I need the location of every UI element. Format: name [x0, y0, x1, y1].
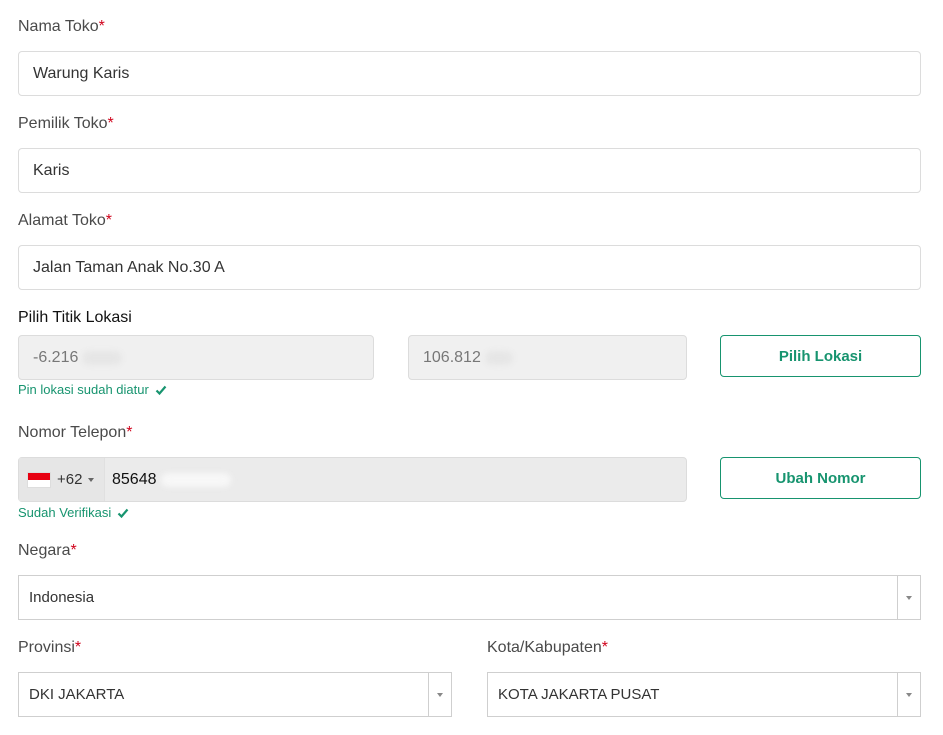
longitude-value: 106.812: [423, 348, 481, 366]
required-mark: *: [105, 212, 112, 229]
owner-label: Pemilik Toko*: [18, 115, 114, 133]
store-name-label: Nama Toko*: [18, 18, 105, 36]
required-mark: *: [74, 639, 82, 656]
redacted-blur: [82, 350, 123, 365]
redacted-blur: [160, 472, 231, 487]
required-mark: *: [70, 542, 77, 559]
dropdown-toggle[interactable]: [897, 576, 920, 619]
country-value: Indonesia: [29, 589, 95, 606]
address-label-text: Alamat Toko: [18, 212, 106, 229]
address-value: Jalan Taman Anak No.30 A: [33, 258, 225, 276]
phone-number-value: 85648: [112, 470, 157, 488]
required-mark: *: [107, 115, 114, 132]
change-number-button-label: Ubah Nomor: [775, 469, 866, 487]
phone-status: Sudah Verifikasi: [18, 505, 129, 520]
address-input[interactable]: Jalan Taman Anak No.30 A: [18, 245, 921, 290]
country-label: Negara*: [18, 542, 77, 560]
phone-status-text: Sudah Verifikasi: [18, 505, 112, 520]
required-mark: *: [98, 18, 105, 35]
redacted-blur: [484, 350, 513, 365]
city-label: Kota/Kabupaten*: [487, 639, 608, 657]
phone-label: Nomor Telepon*: [18, 424, 132, 442]
location-status-text: Pin lokasi sudah diatur: [18, 382, 149, 397]
location-status: Pin lokasi sudah diatur: [18, 382, 167, 397]
store-name-label-text: Nama Toko: [18, 18, 99, 35]
province-select[interactable]: DKI JAKARTA: [18, 672, 452, 717]
owner-value: Karis: [33, 161, 70, 179]
country-select[interactable]: Indonesia: [18, 575, 921, 620]
latitude-input: -6.216: [18, 335, 374, 380]
store-name-input[interactable]: Warung Karis: [18, 51, 921, 96]
required-mark: *: [601, 639, 608, 656]
caret-down-icon: [906, 692, 912, 697]
city-label-text: Kota/Kabupaten: [487, 639, 602, 656]
required-mark: *: [126, 424, 133, 441]
dropdown-toggle[interactable]: [428, 673, 451, 716]
location-label: Pilih Titik Lokasi: [18, 309, 132, 327]
caret-down-icon: [437, 692, 443, 697]
phone-number: 85648: [105, 471, 231, 489]
country-label-text: Negara: [18, 542, 71, 559]
change-number-button[interactable]: Ubah Nomor: [720, 457, 921, 499]
check-icon: [155, 385, 167, 395]
latitude-value: -6.216: [33, 348, 79, 366]
owner-input[interactable]: Karis: [18, 148, 921, 193]
location-label-text: Pilih Titik Lokasi: [18, 309, 132, 326]
country-code-selector[interactable]: +62: [19, 458, 105, 501]
phone-input: +62 85648: [18, 457, 687, 502]
address-label: Alamat Toko*: [18, 212, 112, 230]
store-name-value: Warung Karis: [33, 64, 130, 82]
longitude-input: 106.812: [408, 335, 687, 380]
province-label: Provinsi*: [18, 639, 81, 657]
phone-label-text: Nomor Telepon: [18, 424, 127, 441]
check-icon: [117, 508, 129, 518]
indonesia-flag-icon: [27, 471, 51, 488]
province-label-text: Provinsi: [18, 639, 75, 656]
country-code-value: +62: [57, 471, 83, 488]
caret-down-icon: [88, 477, 95, 482]
caret-down-icon: [906, 595, 912, 600]
city-value: KOTA JAKARTA PUSAT: [498, 686, 660, 703]
choose-location-button[interactable]: Pilih Lokasi: [720, 335, 921, 377]
province-value: DKI JAKARTA: [29, 686, 125, 703]
dropdown-toggle[interactable]: [897, 673, 920, 716]
owner-label-text: Pemilik Toko: [18, 115, 108, 132]
choose-location-button-label: Pilih Lokasi: [778, 347, 863, 365]
city-select[interactable]: KOTA JAKARTA PUSAT: [487, 672, 921, 717]
